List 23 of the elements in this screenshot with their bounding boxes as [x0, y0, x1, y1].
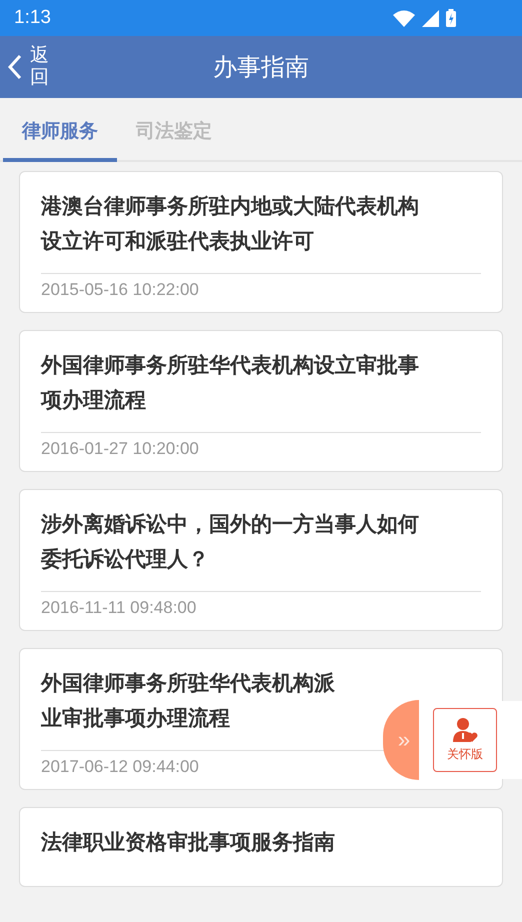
guide-card[interactable]: 港澳台律师事务所驻内地或大陆代表机构 设立许可和派驻代表执业许可 2015-05-16 10:22:00: [19, 171, 503, 313]
guide-title: 法律职业资格审批事项服务指南: [41, 829, 335, 856]
guide-title: 港澳台律师事务所驻内地或大陆代表机构 设立许可和派驻代表执业许可: [41, 193, 419, 255]
status-time: 1:13: [14, 7, 51, 29]
person-heart-icon: [452, 717, 478, 743]
battery-icon: [446, 9, 456, 27]
tab[interactable]: 律师服务: [3, 98, 117, 162]
guide-title: 外国律师事务所驻华代表机构派 业审批事项办理流程: [41, 670, 335, 732]
guide-title: 外国律师事务所驻华代表机构设立审批事 项办理流程: [41, 352, 419, 414]
wifi-icon: [393, 10, 415, 26]
care-mode-button[interactable]: 关怀版: [433, 708, 497, 772]
guide-card[interactable]: 涉外离婚诉讼中，国外的一方当事人如何 委托诉讼代理人？ 2016-11-11 09:48:00: [19, 489, 503, 631]
page-title: 办事指南: [213, 52, 309, 83]
guide-card[interactable]: 法律职业资格审批事项服务指南: [19, 807, 503, 887]
guide-title: 涉外离婚诉讼中，国外的一方当事人如何 委托诉讼代理人？: [41, 511, 419, 573]
guide-card[interactable]: 外国律师事务所驻华代表机构设立审批事 项办理流程 2016-01-27 10:20:00: [19, 330, 503, 472]
guide-date: 2017-06-12 09:44:00: [41, 757, 199, 777]
back-chevron-icon: [8, 54, 22, 80]
signal-icon: [422, 10, 439, 26]
guide-date: 2015-05-16 10:22:00: [41, 280, 199, 300]
guide-date: 2016-01-27 10:20:00: [41, 439, 199, 459]
back-button[interactable]: 返回: [0, 45, 49, 89]
guide-date: 2016-11-11 09:48:00: [41, 598, 196, 618]
